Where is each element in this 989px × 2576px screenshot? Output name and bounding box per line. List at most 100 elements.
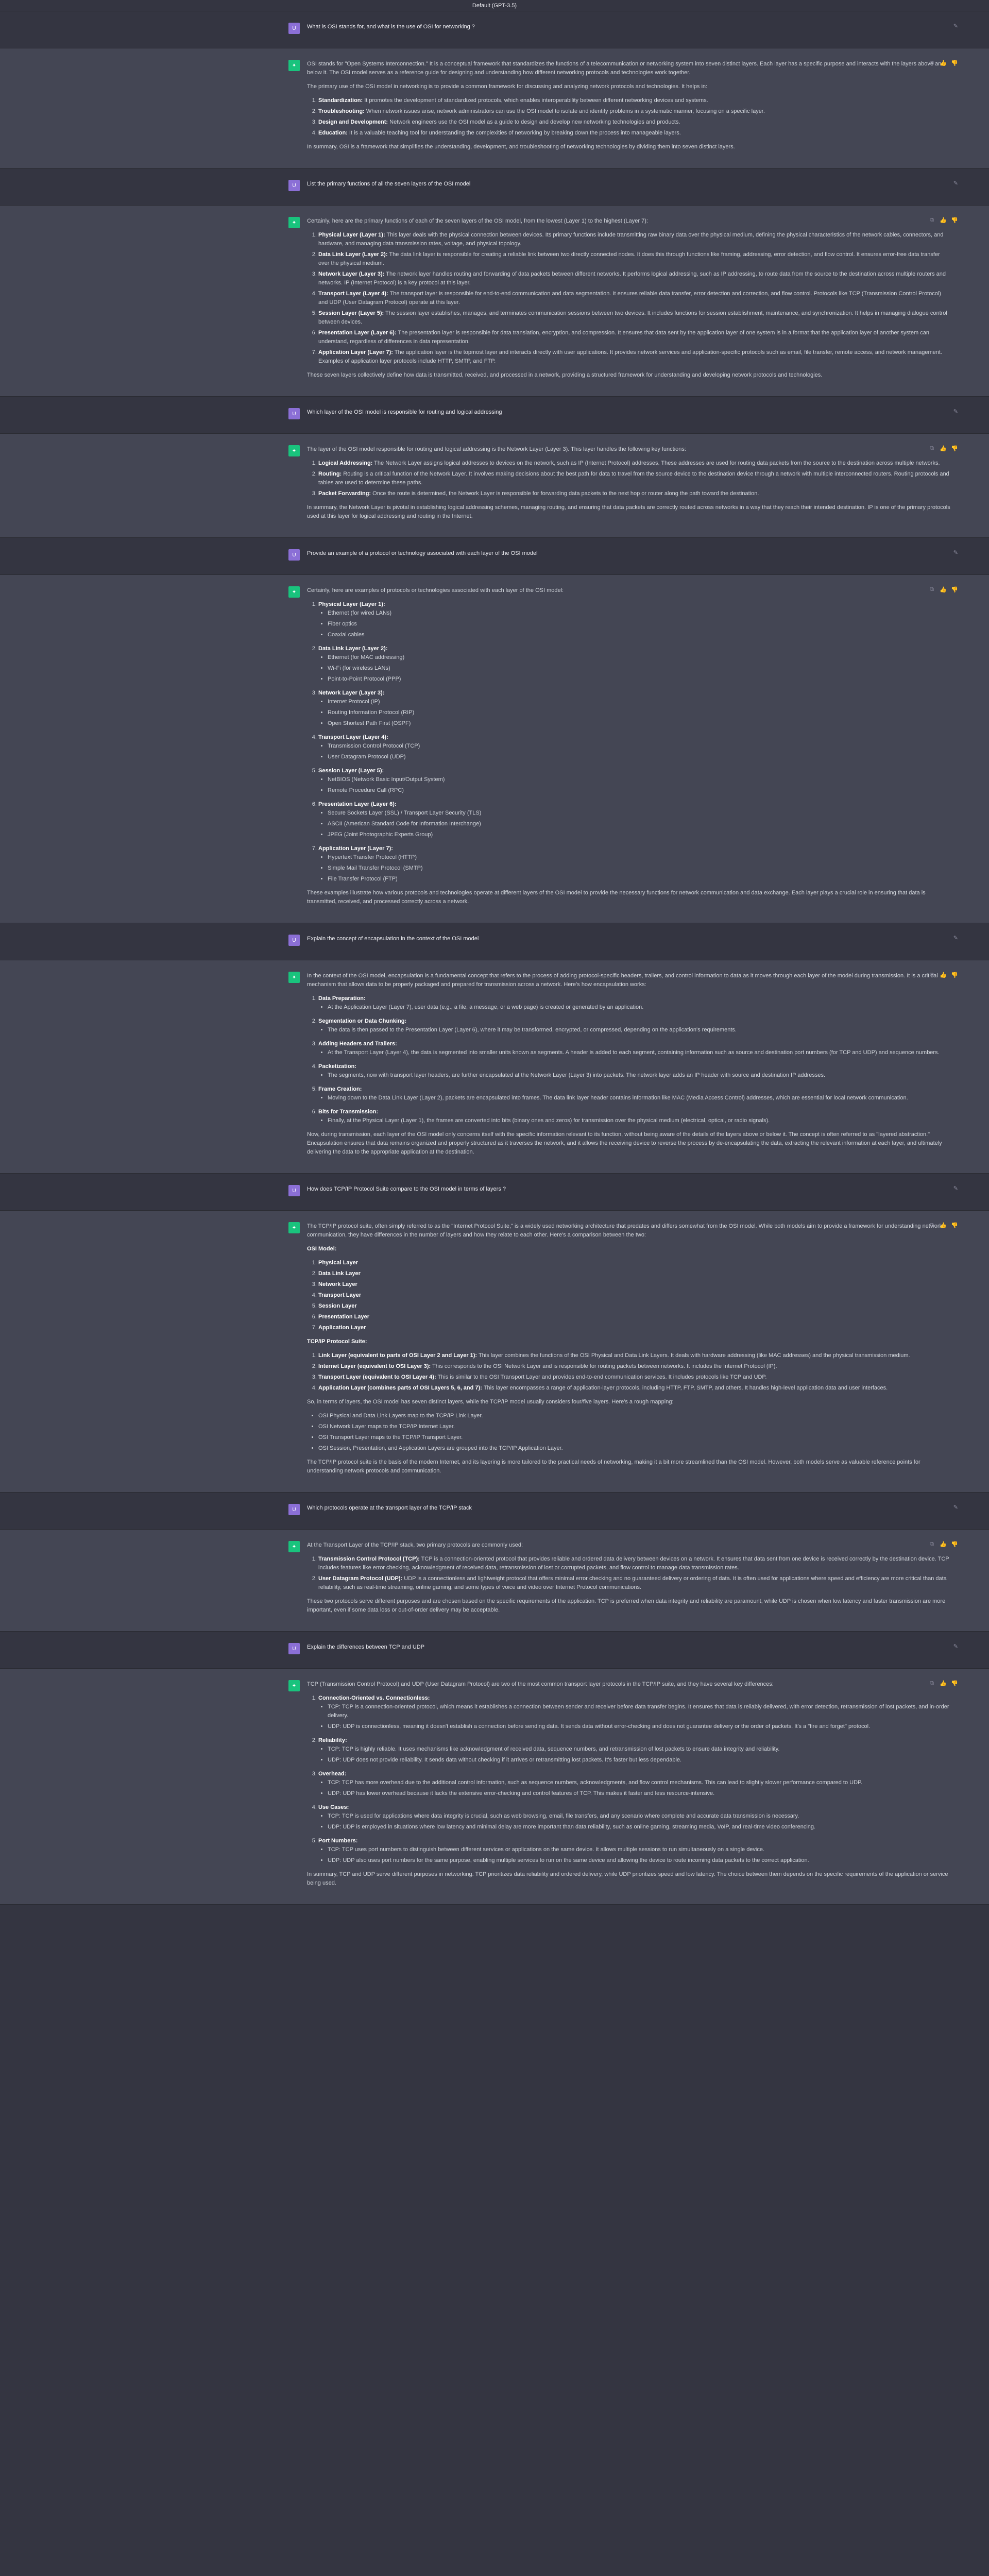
list-item-title: Connection-Oriented vs. Connectionless: bbox=[318, 1695, 430, 1701]
thumbs-down-icon[interactable]: 👎 bbox=[951, 972, 958, 978]
user-avatar: U bbox=[288, 408, 300, 419]
list-item-title: Presentation Layer (Layer 6): bbox=[318, 330, 397, 336]
sub-list-item: Wi-Fi (for wireless LANs) bbox=[328, 664, 951, 673]
sub-list-item: UDP: UDP does not provide reliability. I… bbox=[328, 1756, 951, 1765]
list-item: Adding Headers and Trailers:At the Trans… bbox=[318, 1040, 951, 1057]
thumbs-down-icon[interactable]: 👎 bbox=[951, 217, 958, 224]
list-item: Application Layer (combines parts of OSI… bbox=[318, 1384, 951, 1393]
sub-list-item: The data is then passed to the Presentat… bbox=[328, 1026, 951, 1035]
sub-list-item: JPEG (Joint Photographic Experts Group) bbox=[328, 831, 951, 839]
thumbs-down-icon[interactable]: 👎 bbox=[951, 586, 958, 593]
assistant-message: ✦ ⧉ 👍 👎 Certainly, here are examples of prot… bbox=[0, 575, 989, 923]
list-item: Physical Layer bbox=[318, 1259, 951, 1267]
list-item: Connection-Oriented vs. Connectionless: T… bbox=[318, 1694, 951, 1731]
copy-icon[interactable]: ⧉ bbox=[928, 586, 935, 593]
user-avatar: U bbox=[288, 180, 300, 191]
thumbs-down-icon[interactable]: 👎 bbox=[951, 445, 958, 452]
copy-icon[interactable]: ⧉ bbox=[928, 972, 935, 978]
paragraph: Certainly, here are examples of protocol… bbox=[307, 587, 564, 594]
list-item: Network Layer bbox=[318, 1280, 951, 1289]
sub-list-item: TCP: TCP is used for applications where … bbox=[328, 1812, 951, 1821]
message-content: Which layer of the OSI model is responsi… bbox=[307, 408, 951, 422]
list-item-title: Packetization: bbox=[318, 1063, 356, 1070]
message-row: ✦ ⧉ 👍 👎 The TCP/IP protocol suite, often sim… bbox=[288, 1211, 958, 1492]
list-item-title: Application Layer (Layer 7): bbox=[318, 349, 393, 355]
message-actions: ⧉ 👍 👎 bbox=[928, 972, 958, 978]
sub-list: TCP: TCP has more overhead due to the ad… bbox=[328, 1778, 951, 1798]
list-item: Reliability: TCP: TCP is highly reliable.… bbox=[318, 1736, 951, 1765]
thumbs-down-icon[interactable]: 👎 bbox=[951, 60, 958, 66]
user-avatar: U bbox=[288, 1643, 300, 1654]
thumbs-up-icon[interactable]: 👍 bbox=[940, 217, 947, 224]
sub-list-item: The segments, now with transport layer h… bbox=[328, 1071, 951, 1080]
sub-list: At the Application Layer (Layer 7), user… bbox=[328, 1003, 951, 1012]
sub-list: Secure Sockets Layer (SSL) / Transport L… bbox=[328, 809, 951, 839]
copy-icon[interactable]: ⧉ bbox=[928, 60, 935, 66]
list-item: Bits for Transmission:Finally, at the Ph… bbox=[318, 1108, 951, 1125]
list-item: Overhead:TCP: TCP has more overhead due … bbox=[318, 1770, 951, 1798]
list-item-title: Network Layer (Layer 3): bbox=[318, 271, 385, 277]
thumbs-up-icon[interactable]: 👍 bbox=[940, 1222, 947, 1229]
edit-icon[interactable]: ✎ bbox=[953, 1185, 958, 1192]
sub-list-item: Secure Sockets Layer (SSL) / Transport L… bbox=[328, 809, 951, 818]
list-item: Application Layer (Layer 7):Hypertext Tr… bbox=[318, 844, 951, 884]
list-item: Data Preparation:At the Application Laye… bbox=[318, 994, 951, 1012]
paragraph: The TCP/IP protocol suite, often simply … bbox=[307, 1223, 943, 1238]
edit-icon[interactable]: ✎ bbox=[953, 935, 958, 941]
thumbs-up-icon[interactable]: 👍 bbox=[940, 1680, 947, 1687]
list-item: Transport Layer bbox=[318, 1291, 951, 1300]
thumbs-up-icon[interactable]: 👍 bbox=[940, 60, 947, 66]
copy-icon[interactable]: ⧉ bbox=[928, 1541, 935, 1548]
user-prompt-text: How does TCP/IP Protocol Suite compare t… bbox=[307, 1186, 506, 1192]
list: Physical Layer (Layer 1): This layer dea… bbox=[318, 231, 951, 366]
copy-icon[interactable]: ⧉ bbox=[928, 1680, 935, 1687]
message-content: Explain the concept of encapsulation in … bbox=[307, 935, 951, 948]
message-row: ✦ ⧉ 👍 👎 TCP (Transmission Control Protocol) … bbox=[288, 1669, 958, 1904]
edit-icon[interactable]: ✎ bbox=[953, 1504, 958, 1511]
edit-icon[interactable]: ✎ bbox=[953, 549, 958, 556]
list-item: OSI Session, Presentation, and Applicati… bbox=[318, 1444, 951, 1453]
list-item-title: Application Layer (combines parts of OSI… bbox=[318, 1385, 482, 1391]
list-item-title: Adding Headers and Trailers: bbox=[318, 1041, 397, 1047]
list-item: Use Cases: TCP: TCP is used for applicati… bbox=[318, 1803, 951, 1832]
paragraph: In the context of the OSI model, encapsu… bbox=[307, 973, 938, 988]
edit-icon[interactable]: ✎ bbox=[953, 1643, 958, 1650]
sub-list-item: UDP: UDP has lower overhead because it l… bbox=[328, 1789, 951, 1798]
sub-list: Hypertext Transfer Protocol (HTTP) Simple… bbox=[328, 853, 951, 884]
thumbs-up-icon[interactable]: 👍 bbox=[940, 586, 947, 593]
copy-icon[interactable]: ⧉ bbox=[928, 445, 935, 452]
thumbs-down-icon[interactable]: 👎 bbox=[951, 1680, 958, 1687]
sub-list: Transmission Control Protocol (TCP) User … bbox=[328, 742, 951, 761]
list-item: Troubleshooting: When network issues ari… bbox=[318, 107, 951, 116]
sub-list-item: File Transfer Protocol (FTP) bbox=[328, 875, 951, 884]
list-item-title: Physical Layer bbox=[318, 1260, 359, 1266]
paragraph: At the Transport Layer of the TCP/IP sta… bbox=[307, 1542, 523, 1548]
list-item: Transmission Control Protocol (TCP): TCP… bbox=[318, 1555, 951, 1572]
heading-text: OSI Model: bbox=[307, 1246, 337, 1252]
list-item: Logical Addressing: The Network Layer as… bbox=[318, 459, 951, 468]
thumbs-down-icon[interactable]: 👎 bbox=[951, 1222, 958, 1229]
message-content: The TCP/IP protocol suite, often simply … bbox=[307, 1222, 951, 1481]
thumbs-up-icon[interactable]: 👍 bbox=[940, 1541, 947, 1548]
thumbs-up-icon[interactable]: 👍 bbox=[940, 445, 947, 452]
list: OSI Physical and Data Link Layers map to… bbox=[318, 1412, 951, 1453]
sub-list: Moving down to the Data Link Layer (Laye… bbox=[328, 1094, 951, 1103]
list-item: Segmentation or Data Chunking: The data i… bbox=[318, 1017, 951, 1035]
thumbs-up-icon[interactable]: 👍 bbox=[940, 972, 947, 978]
edit-icon[interactable]: ✎ bbox=[953, 408, 958, 415]
list-item-title: Standardization: bbox=[318, 97, 363, 104]
list-item-text: This layer deals with the physical conne… bbox=[318, 232, 944, 247]
list: Link Layer (equivalent to parts of OSI L… bbox=[318, 1351, 951, 1393]
list-item: Design and Development: Network engineer… bbox=[318, 118, 951, 127]
message-content: The layer of the OSI model responsible f… bbox=[307, 445, 951, 526]
edit-icon[interactable]: ✎ bbox=[953, 180, 958, 187]
assistant-avatar: ✦ bbox=[288, 217, 300, 228]
edit-icon[interactable]: ✎ bbox=[953, 23, 958, 29]
list-item-title: Bits for Transmission: bbox=[318, 1109, 379, 1115]
sub-list-item: User Datagram Protocol (UDP) bbox=[328, 753, 951, 761]
sub-list-item: Simple Mail Transfer Protocol (SMTP) bbox=[328, 864, 951, 873]
message-content: Explain the differences between TCP and … bbox=[307, 1643, 951, 1657]
thumbs-down-icon[interactable]: 👎 bbox=[951, 1541, 958, 1548]
copy-icon[interactable]: ⧉ bbox=[928, 1222, 935, 1229]
copy-icon[interactable]: ⧉ bbox=[928, 217, 935, 224]
